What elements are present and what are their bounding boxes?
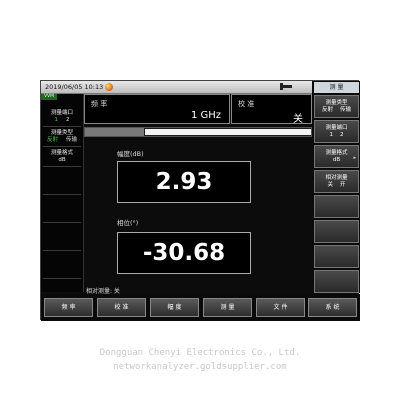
port-option-1: 1 [54, 117, 59, 123]
format-status-value: dB [58, 157, 66, 163]
divider [43, 278, 81, 279]
type-option-reflect: 反射 [46, 137, 58, 143]
measure-port-label: 测量端口 [325, 124, 348, 131]
port-option-2: 2 [66, 117, 70, 123]
type-option-transmit: 传输 [66, 137, 78, 143]
format-status-label: 测量格式 [50, 150, 73, 156]
chevron-right-icon: ▸ [353, 155, 356, 161]
watermark-company: Dongguan Chenyi Electronics Co., Ltd. [99, 348, 301, 358]
softkey-measure[interactable]: 测 量 [203, 298, 252, 317]
softkey-file[interactable]: 文 件 [256, 298, 305, 317]
measure-format-value: dB [332, 156, 341, 163]
softkey-system[interactable]: 系 统 [308, 298, 357, 317]
divider [43, 222, 81, 223]
device-screen: 2019/06/05 10:13 VVM 测量端口 1 2 测量类型 反射 传输… [40, 80, 360, 321]
measure-type-button[interactable]: 测量类型 反射 传输 [314, 95, 359, 118]
port-status-label: 测量端口 [50, 110, 73, 116]
relative-measure-option-on: 开 [340, 181, 346, 188]
relative-measure-option-off: 关 [327, 181, 333, 188]
format-status: 测量格式 dB [41, 150, 83, 164]
phase-value: -30.68 [142, 240, 226, 266]
measure-type-option-reflect: 反射 [321, 106, 333, 113]
magnitude-display: 2.93 [117, 161, 251, 203]
power-plug-icon [280, 83, 292, 90]
magnitude-value: 2.93 [155, 169, 213, 195]
magnitude-label: 幅度(dB) [117, 150, 144, 158]
relative-measure-button[interactable]: 相对测量 关 开 [314, 170, 359, 193]
calibration-value: 关 [293, 114, 303, 125]
menu-title: 测 量 [314, 82, 359, 93]
datetime: 2019/06/05 10:13 [45, 83, 104, 91]
calibration-label: 校 准 [238, 100, 255, 108]
divider [43, 146, 81, 147]
sweep-progress-bar [84, 127, 312, 137]
frequency-value: 1 GHz [190, 110, 221, 121]
softkey-frequency[interactable]: 频 率 [44, 298, 93, 317]
bottom-softkey-bar: 频 率 校 准 幅 度 测 量 文 件 系 统 [41, 294, 360, 321]
left-status-panel: VVM 测量端口 1 2 测量类型 反射 传输 测量格式 dB [41, 94, 84, 292]
empty-softkey-6[interactable] [314, 220, 359, 243]
frequency-label: 频 率 [91, 100, 108, 108]
divider [43, 166, 81, 167]
calibration-field[interactable]: 校 准 关 [231, 94, 312, 125]
divider [43, 250, 81, 251]
right-softkey-menu: 测 量 测量类型 反射 传输 测量端口 1 2 测量格式 dB ▸ 相对测量 关… [313, 81, 360, 293]
empty-softkey-7[interactable] [314, 245, 359, 268]
type-status-label: 测量类型 [50, 130, 73, 136]
measure-type-option-transmit: 传输 [340, 106, 352, 113]
status-bar: 2019/06/05 10:13 [41, 81, 312, 94]
measure-port-option-2: 2 [340, 131, 344, 138]
divider [43, 126, 81, 127]
phase-display: -30.68 [117, 232, 251, 274]
measure-port-button[interactable]: 测量端口 1 2 [314, 120, 359, 143]
empty-softkey-8[interactable] [314, 270, 359, 293]
progress-fill-white [144, 129, 311, 135]
port-status: 测量端口 1 2 [41, 110, 83, 124]
softkey-amplitude[interactable]: 幅 度 [150, 298, 199, 317]
progress-fill-gray [85, 128, 144, 136]
measure-port-option-1: 1 [329, 131, 334, 138]
softkey-calibration[interactable]: 校 准 [97, 298, 146, 317]
measure-format-label: 测量格式 [325, 149, 348, 156]
relative-measure-label: 相对测量 [325, 174, 348, 181]
frequency-field[interactable]: 频 率 1 GHz [84, 94, 230, 124]
mode-badge: VVM [41, 94, 57, 100]
type-status: 测量类型 反射 传输 [41, 130, 83, 144]
measure-type-label: 测量类型 [325, 99, 348, 106]
app-logo-icon [105, 83, 113, 91]
phase-label: 相位(°) [117, 219, 139, 227]
divider [43, 194, 81, 195]
measure-format-button[interactable]: 测量格式 dB ▸ [314, 145, 359, 168]
empty-softkey-5[interactable] [314, 195, 359, 218]
watermark-website: networkanalyzer.goldsupplier.com [113, 362, 287, 372]
